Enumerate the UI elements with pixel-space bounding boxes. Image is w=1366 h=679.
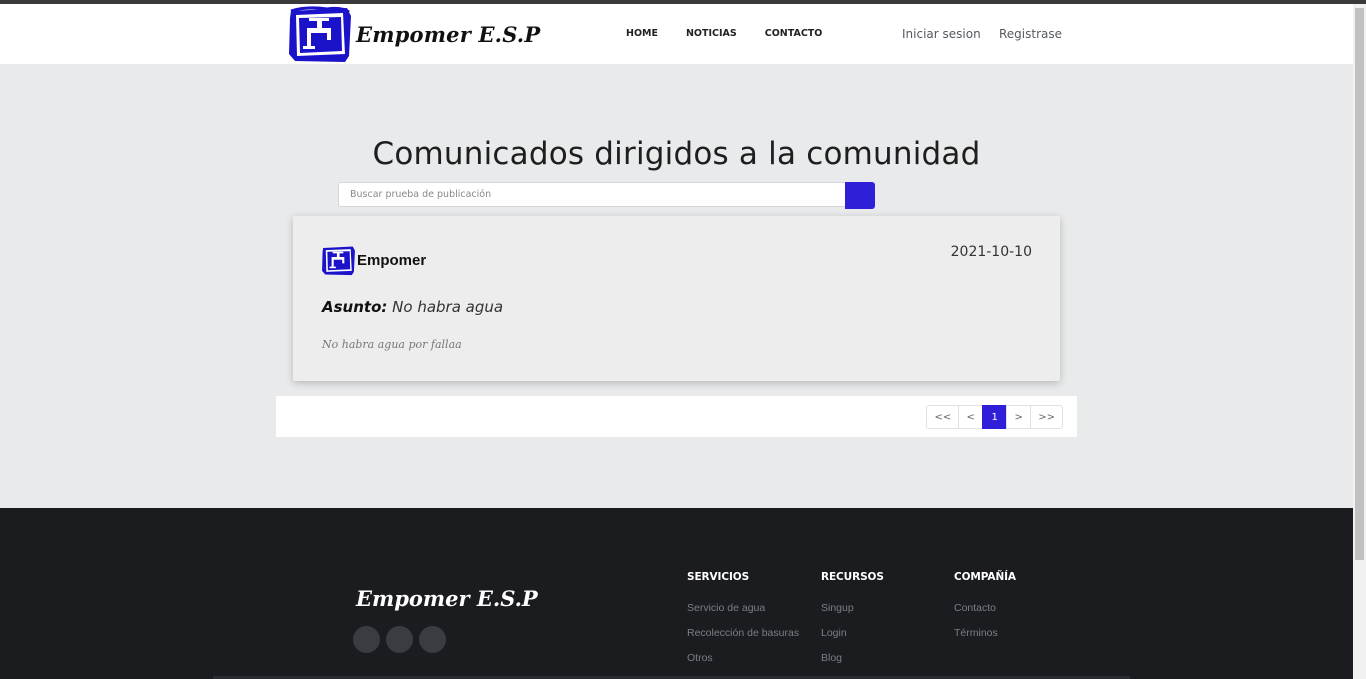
footer-link[interactable]: Términos bbox=[954, 627, 1016, 641]
page-scrollbar[interactable] bbox=[1353, 4, 1366, 679]
scrollbar-thumb[interactable] bbox=[1355, 8, 1364, 560]
pagination-bar: << < 1 > >> bbox=[276, 396, 1077, 437]
nav-home[interactable]: HOME bbox=[626, 28, 658, 39]
faucet-logo-icon bbox=[289, 5, 351, 62]
footer-link[interactable]: Singup bbox=[821, 602, 884, 616]
footer-link[interactable]: Contacto bbox=[954, 602, 1016, 616]
social-icon[interactable] bbox=[353, 626, 380, 653]
nav-noticias[interactable]: NOTICIAS bbox=[686, 28, 737, 39]
search-button[interactable] bbox=[845, 182, 875, 209]
post-subject: Asunto: No habra agua bbox=[322, 298, 503, 316]
footer-link[interactable]: Login bbox=[821, 627, 884, 641]
subject-text: No habra agua bbox=[392, 298, 504, 316]
page-next-button[interactable]: > bbox=[1006, 405, 1032, 429]
post-body: No habra agua por fallaa bbox=[322, 338, 462, 351]
footer-link[interactable]: Blog bbox=[821, 652, 884, 666]
page-first-button[interactable]: << bbox=[926, 405, 960, 429]
main-nav: HOME NOTICIAS CONTACTO bbox=[626, 28, 850, 39]
brand[interactable]: Empomer E.S.P bbox=[287, 5, 541, 62]
post-card: Empomer 2021-10-10 Asunto: No habra agua… bbox=[293, 216, 1060, 381]
navbar: Empomer E.S.P HOME NOTICIAS CONTACTO Ini… bbox=[0, 4, 1353, 64]
social-icon[interactable] bbox=[419, 626, 446, 653]
page-prev-button[interactable]: < bbox=[958, 405, 984, 429]
post-author: Empomer bbox=[357, 252, 427, 269]
author-avatar-icon bbox=[322, 246, 355, 276]
pagination: << < 1 > >> bbox=[926, 405, 1063, 429]
footer-link[interactable]: Otros bbox=[687, 652, 799, 666]
footer-column-title: COMPAÑÍA bbox=[954, 571, 1016, 583]
footer-column-title: SERVICIOS bbox=[687, 571, 750, 583]
subject-label: Asunto: bbox=[322, 298, 388, 316]
page-title: Comunicados dirigidos a la comunidad bbox=[372, 136, 981, 172]
login-link[interactable]: Iniciar sesion bbox=[902, 27, 981, 41]
footer-link[interactable]: Servicio de agua bbox=[687, 602, 799, 616]
brand-name: Empomer E.S.P bbox=[356, 21, 541, 47]
social-icon[interactable] bbox=[386, 626, 413, 653]
register-link[interactable]: Registrase bbox=[999, 27, 1062, 41]
page-current-button[interactable]: 1 bbox=[982, 405, 1008, 429]
nav-contacto[interactable]: CONTACTO bbox=[765, 28, 823, 39]
social-links bbox=[353, 626, 446, 653]
footer-brand: Empomer E.S.P bbox=[356, 586, 538, 611]
footer-link[interactable]: Recolección de basuras bbox=[687, 627, 799, 641]
post-date: 2021-10-10 bbox=[950, 244, 1032, 260]
footer-column-servicios: SERVICIOS Servicio de agua Recolección d… bbox=[687, 571, 799, 677]
search-input[interactable] bbox=[338, 182, 846, 207]
page-last-button[interactable]: >> bbox=[1030, 405, 1063, 429]
footer-column-compania: COMPAÑÍA Contacto Términos bbox=[954, 571, 1016, 652]
footer: Empomer E.S.P SERVICIOS Servicio de agua… bbox=[0, 508, 1353, 679]
footer-column-title: RECURSOS bbox=[821, 571, 884, 583]
footer-column-recursos: RECURSOS Singup Login Blog bbox=[821, 571, 884, 677]
